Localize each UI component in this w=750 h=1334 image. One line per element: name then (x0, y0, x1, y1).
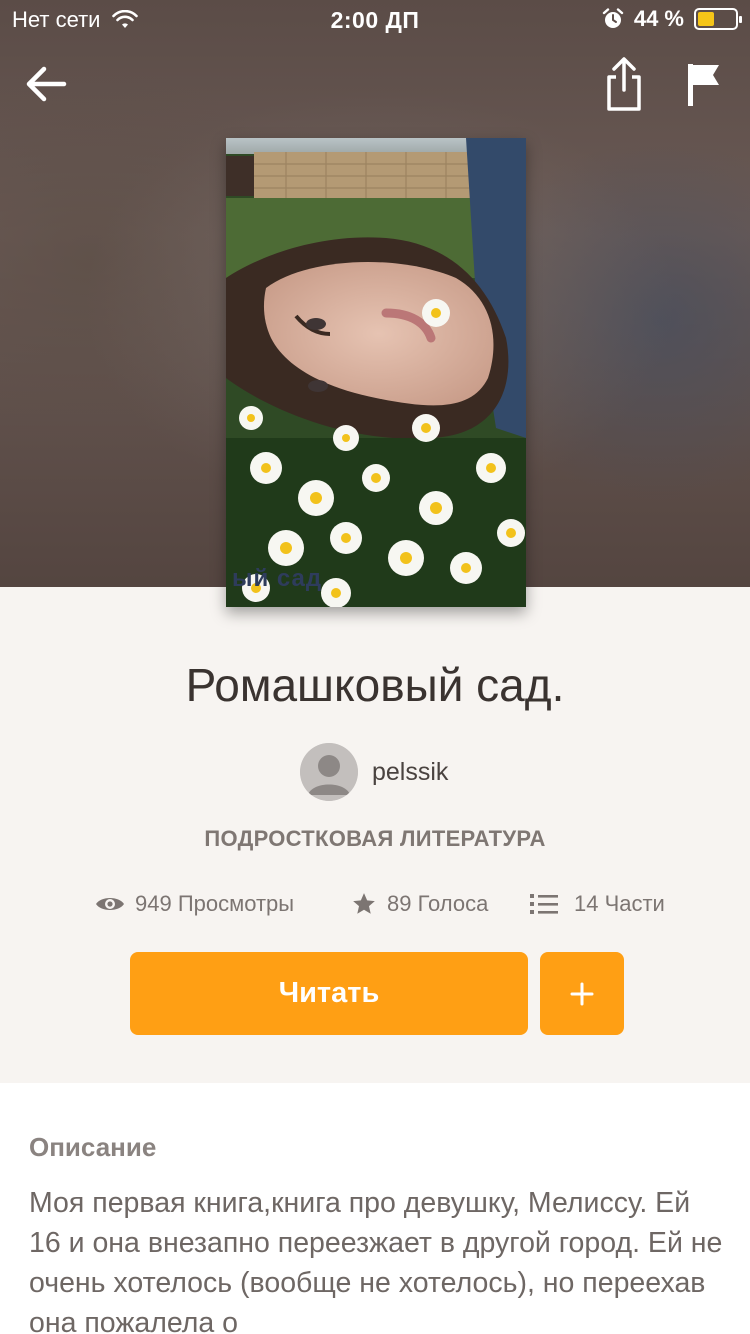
description-card: Описание Моя первая книга,книга про деву… (0, 1083, 750, 1334)
user-placeholder-icon (300, 743, 358, 801)
author-name[interactable]: pelssik (372, 758, 448, 787)
eye-icon (96, 898, 124, 910)
add-to-library-button[interactable] (540, 952, 624, 1035)
author-link[interactable]: pelssik (300, 742, 448, 802)
votes-count: 89 Голоса (387, 891, 489, 916)
status-bar: Нет сети 2:00 ДП 44 % (0, 0, 750, 40)
avatar[interactable] (300, 743, 358, 801)
book-title: Ромашковый сад. (185, 659, 565, 711)
story-stats: 949 Просмотры 89 Голоса 14 Части (0, 884, 750, 924)
share-icon[interactable] (602, 56, 646, 112)
description-heading: Описание (29, 1132, 157, 1162)
read-button[interactable]: Читать (130, 952, 528, 1035)
book-cover-image[interactable]: ый сад (226, 138, 526, 607)
star-icon (353, 893, 375, 914)
battery-percent: 44 % (633, 6, 684, 31)
parts-count: 14 Части (574, 891, 665, 916)
cover-illustration (226, 138, 526, 607)
cover-caption: ый сад (232, 565, 323, 592)
list-icon (530, 894, 558, 914)
category-label[interactable]: ПОДРОСТКОВАЯ ЛИТЕРАТУРА (0, 826, 750, 852)
plus-icon (570, 982, 594, 1005)
parts-stat[interactable]: 14 Части (530, 884, 665, 924)
arrow-left-icon[interactable] (22, 60, 70, 108)
battery-icon (694, 8, 742, 30)
description-text: Моя первая книга,книга про девушку, Мели… (29, 1187, 723, 1334)
battery-level (698, 12, 714, 26)
views-stat: 949 Просмотры (95, 884, 294, 924)
alarm-icon (602, 8, 624, 28)
views-count: 949 Просмотры (135, 891, 295, 916)
flag-icon[interactable] (684, 60, 724, 108)
votes-stat: 89 Голоса (351, 884, 488, 924)
